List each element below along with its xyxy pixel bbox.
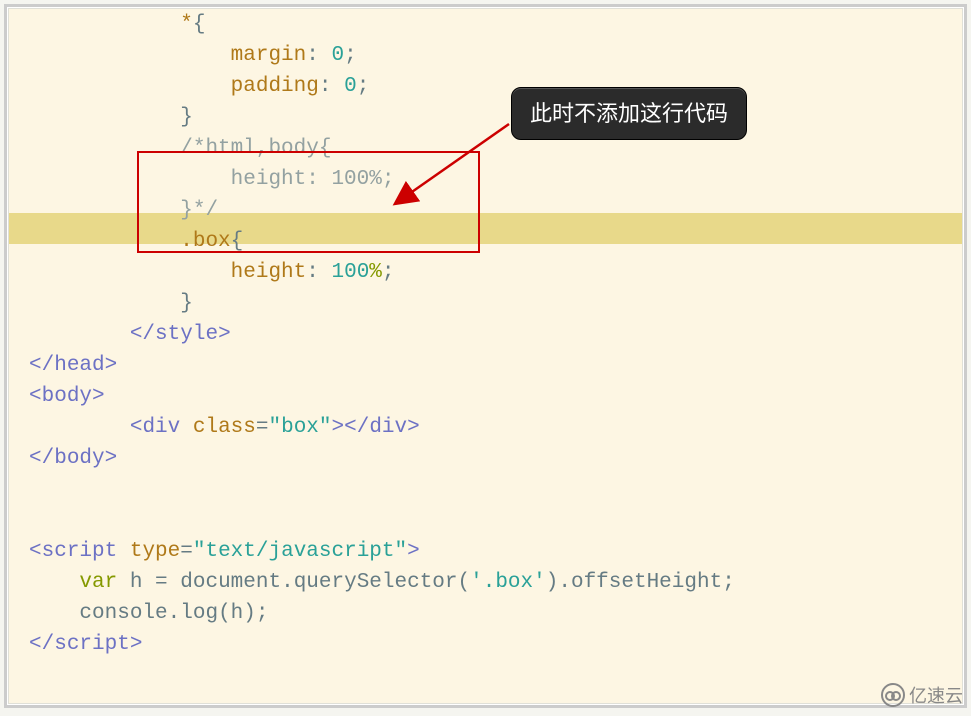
code-editor-container: *{ margin: 0; padding: 0; } /*html,body{… [4, 4, 967, 708]
code-line: console.log(h); [9, 598, 962, 629]
code-line: } [9, 288, 962, 319]
watermark-text: 亿速云 [909, 682, 963, 708]
code-line: </style> [9, 319, 962, 350]
watermark-icon [881, 683, 905, 707]
inner-frame: *{ margin: 0; padding: 0; } /*html,body{… [8, 8, 963, 704]
code-line: } [9, 102, 962, 133]
code-line: </script> [9, 629, 962, 660]
code-line: height: 100%; [9, 164, 962, 195]
code-line: padding: 0; [9, 71, 962, 102]
blank-lines [9, 474, 962, 536]
code-line: <body> [9, 381, 962, 412]
code-line: </head> [9, 350, 962, 381]
code-line: /*html,body{ [9, 133, 962, 164]
code-line: margin: 0; [9, 40, 962, 71]
code-line: height: 100%; [9, 257, 962, 288]
code-line: <script type="text/javascript"> [9, 536, 962, 567]
callout-text: 此时不添加这行代码 [530, 101, 728, 126]
code-line: </body> [9, 443, 962, 474]
annotation-callout: 此时不添加这行代码 [511, 87, 747, 140]
watermark: 亿速云 [881, 682, 963, 708]
code-line: *{ [9, 9, 962, 40]
code-line-highlighted: }*/ [9, 195, 962, 226]
code-line: var h = document.querySelector('.box').o… [9, 567, 962, 598]
code-area: *{ margin: 0; padding: 0; } /*html,body{… [9, 9, 962, 703]
code-line: <div class="box"></div> [9, 412, 962, 443]
code-line: .box{ [9, 226, 962, 257]
